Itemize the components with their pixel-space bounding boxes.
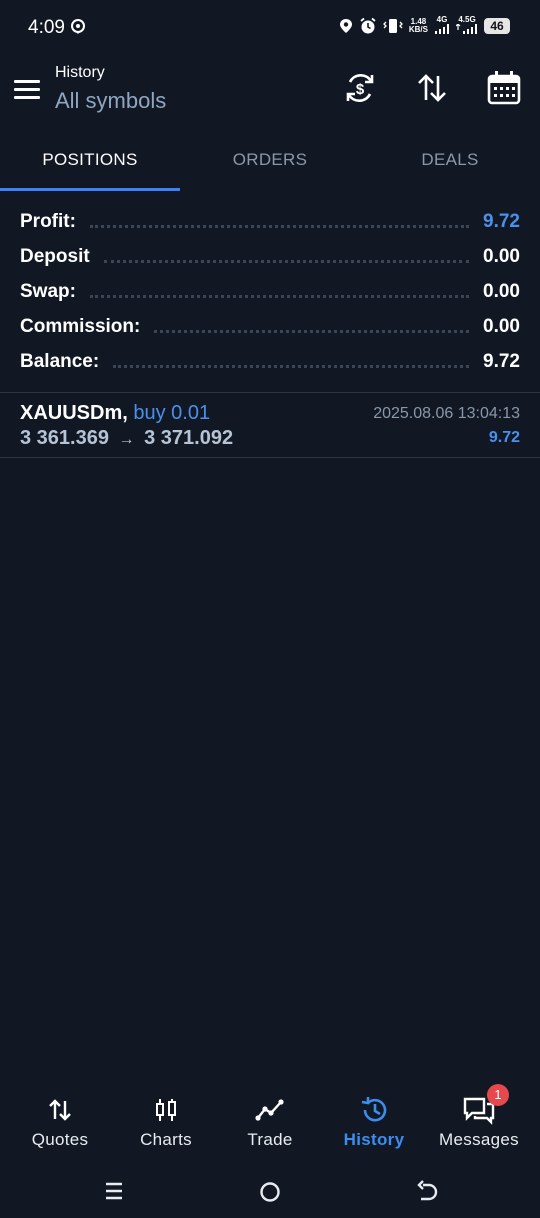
menu-icon[interactable]: [14, 80, 40, 100]
summary-row-balance: Balance: 9.72: [20, 347, 520, 377]
bottom-navigation: Quotes Charts Trade History 1 Messages: [0, 1084, 540, 1160]
signal-bars-icon: [435, 24, 449, 34]
location-icon: [339, 19, 352, 33]
nav-label: Messages: [439, 1130, 519, 1149]
signal-2: 4.5G: [455, 15, 478, 36]
dotted-leader: [113, 364, 470, 368]
system-navigation-bar: [0, 1168, 540, 1218]
summary-row-commission: Commission: 0.00: [20, 312, 520, 342]
summary-label: Commission:: [20, 316, 141, 337]
position-prices: 3 361.369 → 3 371.092: [20, 427, 233, 450]
sort-button[interactable]: [414, 70, 450, 106]
network-speed-unit: KB/S: [408, 25, 428, 34]
trade-side-volume: buy 0.01: [133, 402, 211, 424]
position-profit: 9.72: [488, 429, 520, 446]
nav-trade[interactable]: Trade: [216, 1090, 324, 1150]
position-symbol: XAUUSDm, buy 0.01: [20, 402, 210, 425]
home-icon[interactable]: [258, 1180, 282, 1204]
summary-row-profit: Profit: 9.72: [20, 207, 520, 237]
quotes-icon: [49, 1099, 71, 1121]
summary-value: 9.72: [483, 351, 520, 372]
back-icon[interactable]: [414, 1180, 438, 1204]
arrow-icon: →: [118, 431, 135, 448]
nav-label: Charts: [140, 1130, 192, 1149]
divider: [0, 457, 540, 458]
dotted-leader: [154, 329, 470, 333]
sort-icon: [418, 74, 446, 102]
summary-label: Swap:: [20, 281, 76, 302]
tab-bar: POSITIONS ORDERS DEALS: [0, 140, 540, 192]
battery-icon: 46: [484, 18, 510, 34]
dotted-leader: [89, 224, 470, 228]
network-type-2: 4.5G: [458, 15, 476, 24]
network-type-1: 4G: [436, 15, 448, 24]
history-icon: [361, 1097, 387, 1122]
symbol-name: XAUUSDm,: [20, 402, 128, 424]
nav-messages[interactable]: 1 Messages: [425, 1084, 533, 1150]
signal-1: 4G: [434, 16, 450, 36]
signal-bars-icon-2: [455, 23, 477, 34]
summary-value: 9.72: [483, 211, 520, 232]
summary-value: 0.00: [483, 281, 520, 302]
summary-value: 0.00: [483, 246, 520, 267]
tab-deals[interactable]: DEALS: [360, 140, 540, 180]
candlestick-icon: [156, 1099, 176, 1121]
position-datetime: 2025.08.06 13:04:13: [373, 405, 520, 422]
status-bar: 4:09 1.48 KB/S 4G 4.5G 46: [0, 0, 540, 56]
location-pin-icon: [71, 19, 86, 34]
currency-exchange-icon: $: [346, 74, 374, 102]
summary-row-deposit: Deposit 0.00: [20, 242, 520, 272]
vibrate-icon: [382, 19, 403, 33]
currency-exchange-button[interactable]: $: [342, 70, 378, 106]
summary-label: Deposit: [20, 246, 90, 267]
open-price: 3 361.369: [20, 427, 109, 449]
calendar-icon: [487, 71, 521, 105]
nav-label: Quotes: [31, 1130, 89, 1149]
nav-label: Trade: [247, 1130, 293, 1149]
nav-quotes[interactable]: Quotes: [6, 1090, 114, 1150]
calendar-button[interactable]: [486, 70, 522, 106]
active-tab-indicator: [0, 188, 180, 191]
page-title: History: [55, 64, 105, 81]
summary-label: Balance:: [20, 351, 100, 372]
status-icons: 1.48 KB/S 4G 4.5G 46: [339, 16, 510, 36]
symbol-filter[interactable]: All symbols: [55, 88, 166, 114]
position-row[interactable]: XAUUSDm, buy 0.01 3 361.369 → 3 371.092 …: [0, 393, 540, 457]
summary-label: Profit:: [20, 211, 76, 232]
alarm-icon: [360, 17, 376, 34]
summary-value: 0.00: [483, 316, 520, 337]
close-price: 3 371.092: [144, 427, 234, 449]
tab-positions[interactable]: POSITIONS: [0, 140, 180, 180]
nav-history[interactable]: History: [320, 1090, 428, 1150]
network-speed: 1.48 KB/S: [409, 18, 428, 34]
recent-apps-icon[interactable]: [104, 1181, 124, 1201]
status-time: 4:09: [28, 17, 86, 39]
tab-orders[interactable]: ORDERS: [180, 140, 360, 180]
summary-row-swap: Swap: 0.00: [20, 277, 520, 307]
dotted-leader: [89, 294, 470, 298]
trade-line-icon: [255, 1099, 284, 1121]
nav-label: History: [343, 1130, 405, 1149]
dotted-leader: [103, 259, 470, 263]
svg-text:$: $: [356, 81, 365, 98]
nav-charts[interactable]: Charts: [112, 1090, 220, 1150]
status-time-text: 4:09: [28, 17, 65, 38]
unread-badge: 1: [487, 1084, 509, 1106]
